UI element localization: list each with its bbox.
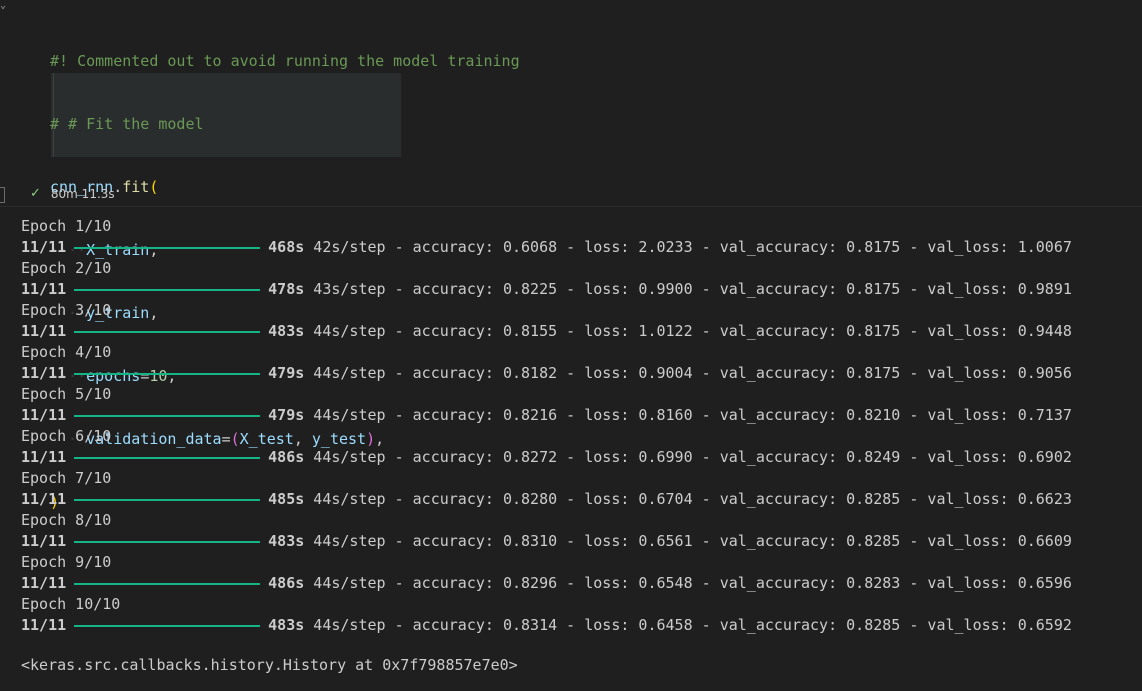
epoch-metrics: - accuracy: 0.8272 - loss: 0.6990 - val_… <box>394 448 1072 466</box>
code-function: fit <box>122 178 150 196</box>
history-result: <keras.src.callbacks.history.History at … <box>21 656 518 674</box>
epoch-progress-line: 11/11 485s 44s/step - accuracy: 0.8280 - … <box>21 489 1072 510</box>
epoch-label: Epoch 9/10 <box>21 553 112 571</box>
epoch-time: 468s <box>268 238 305 256</box>
epoch-label: Epoch 3/10 <box>21 301 112 319</box>
epoch-label: Epoch 5/10 <box>21 385 112 403</box>
step-count: 11/11 <box>21 574 67 592</box>
code-line-comment-2: # # Fit the model <box>50 115 204 133</box>
step-count: 11/11 <box>21 364 67 382</box>
code-line-fit-call: cnn_rnn.fit( <box>50 178 159 196</box>
step-count: 11/11 <box>21 322 67 340</box>
code-line-comment-1: #! Commented out to avoid running the mo… <box>50 52 520 70</box>
epoch-time: 485s <box>268 490 305 508</box>
progress-bar <box>74 372 261 375</box>
time-per-step: 44s/step <box>304 616 395 634</box>
cell-status: ✓ 80m 11.3s <box>30 186 115 201</box>
progress-bar <box>74 498 261 501</box>
progress-bar <box>74 414 261 417</box>
epoch-time: 483s <box>268 616 305 634</box>
epoch-progress-line: 11/11 486s 44s/step - accuracy: 0.8296 - … <box>21 573 1072 594</box>
epoch-metrics: - accuracy: 0.8296 - loss: 0.6548 - val_… <box>394 574 1072 592</box>
step-count: 11/11 <box>21 280 67 298</box>
epoch-label: Epoch 10/10 <box>21 595 121 613</box>
epoch-metrics: - accuracy: 0.8155 - loss: 1.0122 - val_… <box>394 322 1072 340</box>
progress-bar <box>74 540 261 543</box>
cell-output[interactable]: Epoch 1/10 11/11 468s 42s/step - accuracy:… <box>21 216 1072 676</box>
epoch-label: Epoch 2/10 <box>21 259 112 277</box>
progress-bar <box>74 330 261 333</box>
execution-duration: 80m 11.3s <box>50 186 115 201</box>
step-count: 11/11 <box>21 616 67 634</box>
step-count: 11/11 <box>21 448 67 466</box>
epoch-progress-line: 11/11 483s 44s/step - accuracy: 0.8310 - … <box>21 531 1072 552</box>
epoch-time: 486s <box>268 574 305 592</box>
cell-run-marker <box>0 187 5 203</box>
epoch-metrics: - accuracy: 0.8280 - loss: 0.6704 - val_… <box>394 490 1072 508</box>
step-count: 11/11 <box>21 238 67 256</box>
progress-bar <box>74 582 261 585</box>
time-per-step: 44s/step <box>304 490 395 508</box>
time-per-step: 44s/step <box>304 406 395 424</box>
epoch-label: Epoch 8/10 <box>21 511 112 529</box>
output-divider <box>0 206 1142 207</box>
time-per-step: 44s/step <box>304 532 395 550</box>
time-per-step: 44s/step <box>304 364 395 382</box>
epoch-time: 483s <box>268 322 305 340</box>
epoch-label: Epoch 7/10 <box>21 469 112 487</box>
epoch-metrics: - accuracy: 0.8310 - loss: 0.6561 - val_… <box>394 532 1072 550</box>
time-per-step: 43s/step <box>304 280 395 298</box>
epoch-progress-line: 11/11 479s 44s/step - accuracy: 0.8216 - … <box>21 405 1072 426</box>
progress-bar <box>74 624 261 627</box>
epoch-metrics: - accuracy: 0.8182 - loss: 0.9004 - val_… <box>394 364 1072 382</box>
chevron-down-icon[interactable]: ⌄ <box>0 1 8 11</box>
epoch-progress-line: 11/11 468s 42s/step - accuracy: 0.6068 - … <box>21 237 1072 258</box>
epoch-progress-line: 11/11 486s 44s/step - accuracy: 0.8272 - … <box>21 447 1072 468</box>
epoch-time: 479s <box>268 364 305 382</box>
epoch-progress-line: 11/11 478s 43s/step - accuracy: 0.8225 - … <box>21 279 1072 300</box>
epoch-metrics: - accuracy: 0.8225 - loss: 0.9900 - val_… <box>394 280 1072 298</box>
step-count: 11/11 <box>21 532 67 550</box>
check-icon: ✓ <box>30 186 41 201</box>
step-count: 11/11 <box>21 406 67 424</box>
epoch-label: Epoch 1/10 <box>21 217 112 235</box>
epoch-progress-line: 11/11 483s 44s/step - accuracy: 0.8155 - … <box>21 321 1072 342</box>
time-per-step: 44s/step <box>304 448 395 466</box>
epoch-time: 483s <box>268 532 305 550</box>
step-count: 11/11 <box>21 490 67 508</box>
epoch-time: 478s <box>268 280 305 298</box>
progress-bar <box>74 246 261 249</box>
epoch-time: 479s <box>268 406 305 424</box>
epoch-metrics: - accuracy: 0.8314 - loss: 0.6458 - val_… <box>394 616 1072 634</box>
progress-bar <box>74 456 261 459</box>
time-per-step: 44s/step <box>304 574 395 592</box>
epoch-time: 486s <box>268 448 305 466</box>
epoch-label: Epoch 6/10 <box>21 427 112 445</box>
progress-bar <box>74 288 261 291</box>
time-per-step: 44s/step <box>304 322 395 340</box>
epoch-metrics: - accuracy: 0.8216 - loss: 0.8160 - val_… <box>394 406 1072 424</box>
epoch-label: Epoch 4/10 <box>21 343 112 361</box>
epoch-progress-line: 11/11 479s 44s/step - accuracy: 0.8182 - … <box>21 363 1072 384</box>
epoch-metrics: - accuracy: 0.6068 - loss: 2.0233 - val_… <box>394 238 1072 256</box>
time-per-step: 42s/step <box>304 238 395 256</box>
epoch-progress-line: 11/11 483s 44s/step - accuracy: 0.8314 - … <box>21 615 1072 636</box>
